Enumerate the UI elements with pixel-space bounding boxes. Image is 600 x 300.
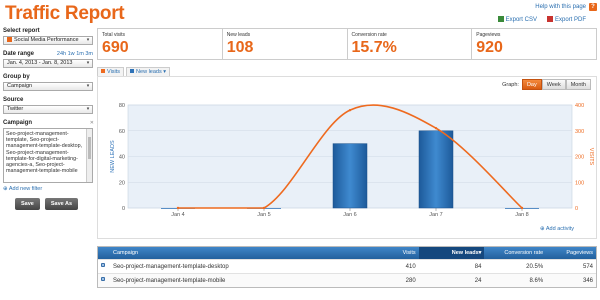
campaign-multiselect[interactable]: Seo-project-management-template, Seo-pro… xyxy=(3,128,93,183)
traffic-chart: 0 20 40 60 80 0 100 200 300 400 NEW LEADS VISITS Jan… xyxy=(110,103,594,218)
campaign-table: Campaign Visits New leads▾ Conversion ra… xyxy=(97,246,597,288)
x-tick-label: Jan 7 xyxy=(429,212,442,218)
report-select[interactable]: Social Media Performance ▾ xyxy=(3,36,93,45)
kpi-pageviews: Pageviews 920 xyxy=(476,32,503,56)
quick-1w[interactable]: 1w xyxy=(68,51,75,57)
date-quick-links: 24h 1w 1m 3m xyxy=(57,51,93,59)
kpi-total-visits: Total visits 690 xyxy=(98,29,223,59)
page-header: Traffic Report Help with this page ? Exp… xyxy=(0,0,600,28)
csv-icon xyxy=(497,16,504,22)
chevron-down-icon: ▾ xyxy=(86,37,90,43)
col-campaign[interactable]: Campaign xyxy=(110,247,339,259)
quick-24h[interactable]: 24h xyxy=(57,51,66,57)
kpi-conversion-rate: Conversion rate 15.7% xyxy=(348,29,473,59)
source-select[interactable]: Twitter ▾ xyxy=(3,105,93,114)
y-axis-label: NEW LEADS xyxy=(110,140,116,173)
y2-tick-label: 400 xyxy=(575,103,584,109)
scrollbar[interactable] xyxy=(86,129,92,182)
series-toggles: Visits New leads ▾ xyxy=(97,67,171,76)
quick-1m[interactable]: 1m xyxy=(76,51,84,57)
bar xyxy=(418,130,454,209)
row-expand-icon[interactable] xyxy=(101,277,105,281)
date-range-label: Date range xyxy=(3,51,35,57)
col-pageviews[interactable]: Pageviews xyxy=(546,247,596,259)
col-visits[interactable]: Visits xyxy=(339,247,419,259)
page-title: Traffic Report xyxy=(5,3,125,24)
export-pdf-link[interactable]: Export PDF xyxy=(546,16,586,23)
chevron-down-icon: ▾ xyxy=(86,106,90,112)
toggle-visits[interactable]: Visits xyxy=(97,67,125,76)
visits-point xyxy=(434,126,438,130)
y2-axis-label: VISITS xyxy=(588,148,594,166)
visits-point xyxy=(176,206,180,210)
export-links: Export CSV Export PDF xyxy=(497,16,586,23)
line-swatch-icon xyxy=(101,69,105,73)
chart-panel: Graph: Day Week Month 0 20 40 60 80 0 100 200 30… xyxy=(97,76,597,239)
group-by-label: Group by xyxy=(3,74,30,80)
group-by-select[interactable]: Campaign ▾ xyxy=(3,82,93,91)
x-tick-label: Jan 4 xyxy=(171,212,184,218)
quick-3m[interactable]: 3m xyxy=(85,51,93,57)
y-tick-label: 40 xyxy=(119,155,125,161)
table-row[interactable]: Seo-project-management-template-mobile 2… xyxy=(98,273,596,287)
y-tick-label: 0 xyxy=(122,206,125,212)
col-conversion-rate[interactable]: Conversion rate xyxy=(484,247,546,259)
x-tick-label: Jan 6 xyxy=(343,212,356,218)
y2-tick-label: 200 xyxy=(575,155,584,161)
close-icon[interactable]: ✕ xyxy=(90,120,94,126)
y2-tick-label: 0 xyxy=(575,206,578,212)
table-row[interactable]: Seo-project-management-template-desktop … xyxy=(98,259,596,273)
bar-swatch-icon xyxy=(130,69,135,73)
filter-sidebar: Select report Social Media Performance ▾ … xyxy=(3,28,94,216)
col-new-leads[interactable]: New leads▾ xyxy=(418,247,485,259)
visits-point xyxy=(520,206,524,210)
y-tick-label: 80 xyxy=(119,103,125,109)
campaign-label: Campaign xyxy=(3,120,33,126)
add-filter-link[interactable]: ⊕ Add new filter xyxy=(3,186,93,192)
kpi-new-leads: New leads 108 xyxy=(223,29,348,59)
y2-tick-label: 100 xyxy=(575,180,584,186)
help-link[interactable]: Help with this page xyxy=(535,4,586,10)
y-tick-label: 20 xyxy=(119,180,125,186)
report-icon xyxy=(7,37,12,42)
save-button[interactable]: Save xyxy=(15,198,40,210)
add-activity-link[interactable]: ⊕ Add activity xyxy=(540,226,574,232)
pdf-icon xyxy=(546,16,553,22)
toggle-new-leads[interactable]: New leads ▾ xyxy=(126,67,171,76)
date-range-select[interactable]: Jan. 4, 2013 - Jan. 8, 2013 ▾ xyxy=(3,59,93,68)
table-header: Campaign Visits New leads▾ Conversion ra… xyxy=(98,247,596,259)
chevron-down-icon: ▾ xyxy=(86,83,90,89)
x-tick-label: Jan 5 xyxy=(257,212,270,218)
export-csv-link[interactable]: Export CSV xyxy=(497,16,537,23)
source-label: Source xyxy=(3,97,24,103)
y-tick-label: 60 xyxy=(119,129,125,135)
kpi-strip: Total visits 690 New leads 108 Conversion … xyxy=(97,28,597,60)
save-as-button[interactable]: Save As xyxy=(44,198,79,210)
y2-tick-label: 300 xyxy=(575,129,584,135)
visits-point xyxy=(262,206,266,210)
bar xyxy=(332,143,368,209)
visits-point xyxy=(348,108,352,112)
x-tick-label: Jan 8 xyxy=(515,212,528,218)
report-label: Select report xyxy=(3,28,40,34)
help-icon[interactable]: ? xyxy=(589,3,597,11)
chevron-down-icon: ▾ xyxy=(86,60,90,66)
row-expand-icon[interactable] xyxy=(101,263,105,267)
